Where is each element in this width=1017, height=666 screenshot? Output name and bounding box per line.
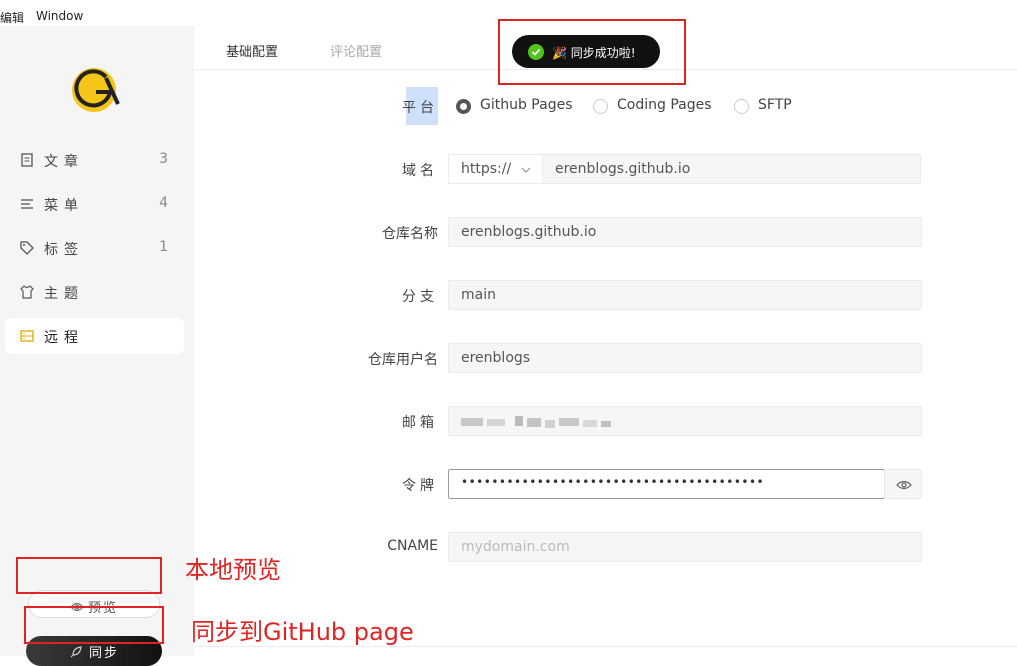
menu-icon [21,199,33,209]
app-logo [72,68,120,112]
branch-value: main [461,287,496,303]
menu-edit[interactable]: 编辑 [0,9,24,26]
sidebar-item-count: 1 [159,239,168,255]
menu-window[interactable]: Window [36,9,83,23]
chevron-down-icon [521,167,531,173]
sidebar-item-articles[interactable]: 文章 3 [5,142,184,178]
rocket-icon [70,646,82,658]
platform-label: 平台 [402,100,438,116]
eye-icon [896,480,912,490]
sidebar-item-label: 远程 [44,330,84,346]
sidebar-item-label: 文章 [44,154,84,170]
sidebar-item-label: 菜单 [44,198,84,214]
tag-icon [20,241,34,255]
sidebar-item-theme[interactable]: 主题 [5,274,184,310]
sync-annotation: 同步到GitHub page [191,618,414,646]
token-label: 令牌 [402,478,438,494]
tab-comment-config[interactable]: 评论配置 [330,41,382,60]
footer-divider [194,646,1017,647]
username-value: erenblogs [461,350,531,366]
repo-label: 仓库名称 [382,226,438,242]
username-input[interactable]: erenblogs [448,343,922,373]
tab-basic-config[interactable]: 基础配置 [226,41,278,60]
preview-annotation: 本地预览 [185,556,281,584]
server-icon [20,330,34,342]
radio-label-github-pages[interactable]: Github Pages [480,97,573,113]
domain-input[interactable]: erenblogs.github.io [542,154,921,184]
repo-value: erenblogs.github.io [461,224,597,240]
sidebar-item-tags[interactable]: 标签 1 [5,230,184,266]
sidebar-item-count: 4 [159,195,168,211]
radio-github-pages[interactable] [456,99,471,114]
domain-value: erenblogs.github.io [555,161,691,177]
radio-sftp[interactable] [734,99,749,114]
email-label: 邮箱 [402,415,438,431]
cname-label: CNAME [387,538,438,554]
repo-input[interactable]: erenblogs.github.io [448,217,922,247]
sidebar-item-count: 3 [159,151,168,167]
token-input[interactable]: •••••••••••••••••••••••••••••••••••••••• [448,469,885,499]
cname-placeholder: mydomain.com [461,539,570,555]
email-blurred-value [461,416,611,428]
radio-label-coding-pages[interactable]: Coding Pages [617,97,712,113]
radio-label-sftp[interactable]: SFTP [758,97,792,113]
sidebar-item-menu[interactable]: 菜单 4 [5,186,184,222]
shirt-icon [20,285,34,299]
protocol-value: https:// [461,161,512,177]
protocol-select[interactable]: https:// [448,154,543,184]
token-value: •••••••••••••••••••••••••••••••••••••••• [461,475,765,489]
sync-highlight-box [24,606,164,644]
username-label: 仓库用户名 [368,352,438,368]
preview-highlight-box [16,557,162,594]
branch-input[interactable]: main [448,280,922,310]
email-input[interactable] [448,406,922,436]
toggle-token-visibility[interactable] [884,469,922,499]
sidebar-item-label: 标签 [44,242,84,258]
domain-label: 域名 [402,163,438,179]
radio-coding-pages[interactable] [593,99,608,114]
branch-label: 分支 [402,289,438,305]
document-icon [21,153,33,167]
cname-input[interactable]: mydomain.com [448,532,922,562]
sync-button-label: 同步 [88,646,119,661]
sidebar-item-remote[interactable]: 远程 [5,318,184,354]
sidebar-item-label: 主题 [44,286,84,302]
toast-highlight-box [498,19,686,85]
